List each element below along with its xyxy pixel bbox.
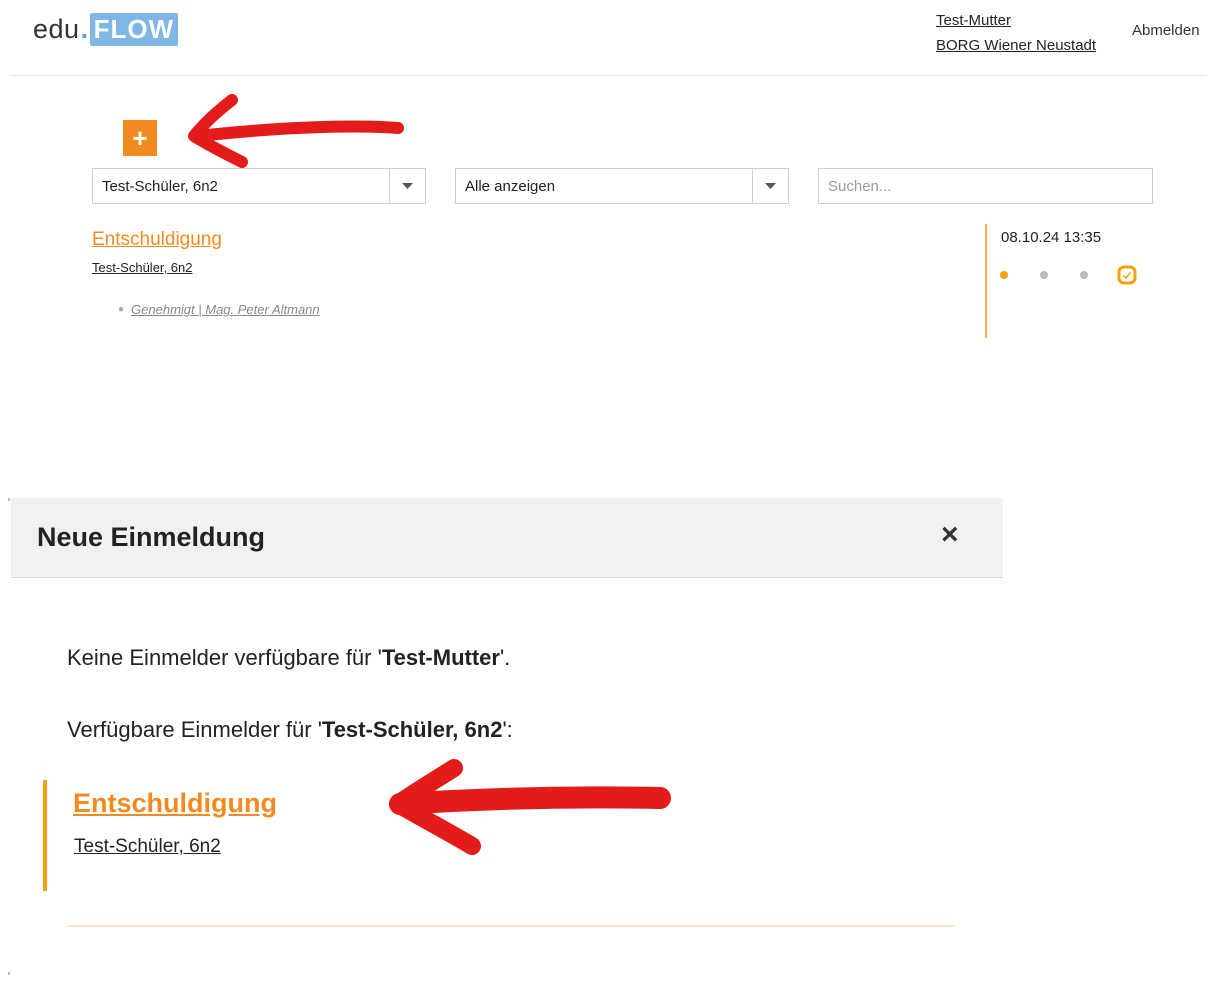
crop-mark (8, 972, 10, 975)
bullet-icon: ● (118, 304, 125, 315)
available-name: Test-Schüler, 6n2 (321, 717, 503, 742)
user-info: Test-Mutter BORG Wiener Neustadt (936, 8, 1096, 58)
modal-title: Neue Einmeldung (37, 522, 266, 552)
available-prefix: Verfügbare Einmelder für ' (67, 717, 322, 742)
approved-check-icon (1117, 265, 1137, 285)
close-icon[interactable]: × (941, 520, 959, 550)
no-reporter-message: Keine Einmelder verfügbare für 'Test-Mut… (67, 645, 510, 671)
student-filter-value: Test-Schüler, 6n2 (102, 177, 218, 195)
add-entry-button[interactable]: + (123, 120, 157, 156)
app-logo[interactable]: edu. FLOW (33, 13, 179, 46)
student-filter-select[interactable]: Test-Schüler, 6n2 (92, 168, 426, 204)
available-reporter-message: Verfügbare Einmelder für 'Test-Schüler, … (67, 717, 513, 743)
list-item-student-link[interactable]: Test-Schüler, 6n2 (92, 260, 192, 275)
type-filter-select[interactable]: Alle anzeigen (455, 168, 789, 204)
no-reporter-name: Test-Mutter (381, 645, 500, 670)
annotation-arrow-icon (389, 759, 671, 855)
header-divider (11, 75, 1207, 76)
logout-link[interactable]: Abmelden (1132, 22, 1200, 39)
no-reporter-prefix: Keine Einmelder verfügbare für ' (67, 645, 382, 670)
chevron-down-icon[interactable] (752, 169, 788, 203)
annotation-arrow-icon (188, 94, 404, 168)
modal-header: Neue Einmeldung × (11, 498, 1003, 578)
search-input[interactable] (818, 168, 1153, 204)
list-item-status: ● Genehmigt | Mag. Peter Altmann (118, 302, 320, 317)
logo-dot: . (80, 14, 89, 44)
progress-indicator (1000, 264, 1138, 286)
status-link[interactable]: Genehmigt | Mag. Peter Altmann (131, 302, 320, 317)
list-item-title-link[interactable]: Entschuldigung (92, 229, 222, 251)
progress-step-dot (1080, 271, 1088, 279)
entry-accent-bar (43, 780, 47, 891)
chevron-down-icon[interactable] (389, 169, 425, 203)
progress-step-dot (1040, 271, 1048, 279)
available-suffix: ': (502, 717, 513, 742)
type-filter-value: Alle anzeigen (465, 177, 556, 195)
entry-divider (67, 925, 954, 927)
entry-title-link[interactable]: Entschuldigung (73, 788, 277, 819)
entry-student-link[interactable]: Test-Schüler, 6n2 (74, 836, 221, 858)
logo-prefix: edu (33, 14, 80, 44)
list-item-date: 08.10.24 13:35 (1001, 229, 1102, 246)
user-name-link[interactable]: Test-Mutter (936, 8, 1096, 33)
logo-suffix: FLOW (89, 13, 179, 46)
crop-mark (8, 498, 10, 501)
progress-step-dot (1000, 271, 1008, 279)
item-meta-divider (985, 224, 987, 338)
no-reporter-suffix: '. (499, 645, 511, 670)
school-name-link[interactable]: BORG Wiener Neustadt (936, 33, 1096, 58)
